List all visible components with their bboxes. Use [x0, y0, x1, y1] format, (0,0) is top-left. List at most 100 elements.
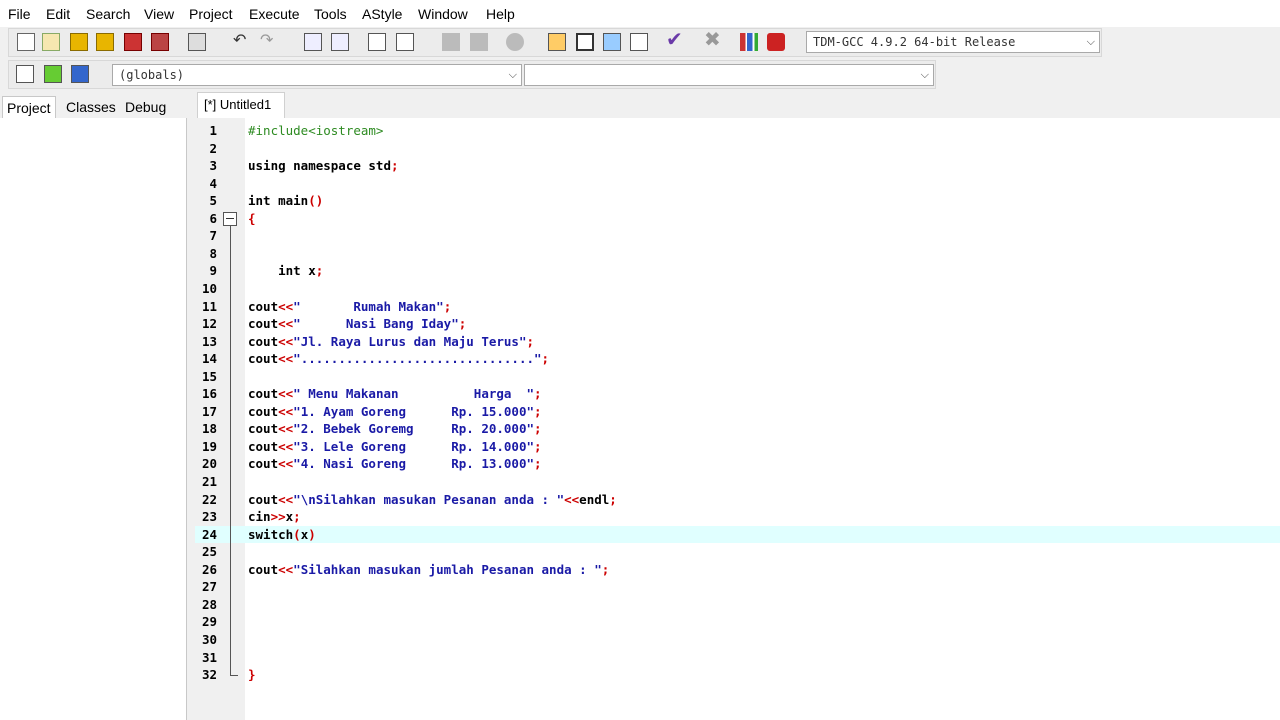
fold-toggle-icon[interactable]	[223, 211, 237, 226]
delete-profile-icon[interactable]	[767, 33, 785, 51]
profile-chart-icon[interactable]	[740, 33, 758, 51]
code-line[interactable]: 30	[195, 631, 1280, 649]
code-line[interactable]: 24 switch(x)	[195, 525, 1280, 544]
open-file-icon[interactable]	[42, 33, 60, 51]
line-code: }	[248, 666, 256, 684]
chevron-down-icon: ⌵	[1086, 35, 1095, 48]
code-line[interactable]: 31	[195, 649, 1280, 667]
code-line[interactable]: 28	[195, 596, 1280, 614]
menu-edit[interactable]: Edit	[46, 6, 70, 22]
code-line[interactable]: 8	[195, 245, 1280, 263]
code-line[interactable]: 12 cout<<" Nasi Bang Iday";	[195, 315, 1280, 333]
save-all-icon[interactable]	[96, 33, 114, 51]
line-number: 10	[201, 280, 217, 296]
menu-project[interactable]: Project	[189, 6, 233, 22]
scope-select[interactable]: (globals) ⌵	[112, 64, 522, 86]
code-line[interactable]: 1 #include<iostream>	[195, 122, 1280, 140]
replace-icon[interactable]	[331, 33, 349, 51]
code-line[interactable]: 21	[195, 473, 1280, 491]
code-line[interactable]: 4	[195, 175, 1280, 193]
code-line[interactable]: 16 cout<<" Menu Makanan Harga ";	[195, 385, 1280, 403]
code-line[interactable]: 29	[195, 613, 1280, 631]
project-options-icon[interactable]	[71, 65, 89, 83]
code-token: ;	[526, 333, 534, 349]
code-token: "Silahkan masukan jumlah Pesanan anda : …	[293, 561, 602, 577]
indent-icon[interactable]	[368, 33, 386, 51]
code-token: ;	[534, 456, 542, 472]
code-token: <<	[278, 386, 294, 402]
code-token: "4. Nasi Goreng Rp. 13.000"	[293, 456, 534, 472]
code-token: ;	[534, 403, 542, 419]
tab-debug[interactable]: Debug	[121, 96, 170, 118]
close-file-icon[interactable]	[124, 33, 142, 51]
menu-execute[interactable]: Execute	[249, 6, 300, 22]
code-line[interactable]: 18 cout<<"2. Bebek Goremg Rp. 20.000";	[195, 420, 1280, 438]
code-line[interactable]: 17 cout<<"1. Ayam Goreng Rp. 15.000";	[195, 403, 1280, 421]
code-line[interactable]: 13 cout<<"Jl. Raya Lurus dan Maju Terus";	[195, 333, 1280, 351]
code-token: ;	[534, 438, 542, 454]
redo-icon[interactable]: ↷	[260, 33, 278, 51]
unindent-icon[interactable]	[396, 33, 414, 51]
code-line[interactable]: 19 cout<<"3. Lele Goreng Rp. 14.000";	[195, 438, 1280, 456]
code-token: cout	[248, 351, 279, 367]
code-editor[interactable]: 1 #include<iostream> 2 3 using namespace std…	[195, 118, 1280, 720]
new-project-icon[interactable]	[16, 65, 34, 83]
function-select[interactable]: ⌵	[524, 64, 934, 86]
window-split-icon[interactable]	[603, 33, 621, 51]
line-number: 28	[201, 596, 217, 612]
code-line[interactable]: 23 cin>>x;	[195, 508, 1280, 526]
close-all-icon[interactable]	[151, 33, 169, 51]
check-syntax-icon[interactable]: ✔	[666, 30, 684, 50]
line-number: 19	[201, 438, 217, 454]
code-line[interactable]: 10	[195, 280, 1280, 298]
code-line[interactable]: 25	[195, 543, 1280, 561]
code-token: cout	[248, 316, 279, 332]
code-line[interactable]: 27	[195, 578, 1280, 596]
code-line[interactable]: 6{	[195, 210, 1280, 228]
compiler-select[interactable]: TDM-GCC 4.9.2 64-bit Release ⌵	[806, 31, 1100, 53]
menu-view[interactable]: View	[144, 6, 174, 22]
save-icon[interactable]	[70, 33, 88, 51]
menu-tools[interactable]: Tools	[314, 6, 347, 22]
add-to-project-icon[interactable]	[44, 65, 62, 83]
code-line[interactable]: 9 int x;	[195, 262, 1280, 280]
tab-project[interactable]: Project	[2, 96, 56, 119]
code-line[interactable]: 11 cout<<" Rumah Makan";	[195, 298, 1280, 316]
tab-classes[interactable]: Classes	[62, 96, 120, 118]
find-icon[interactable]	[304, 33, 322, 51]
code-line[interactable]: 20 cout<<"4. Nasi Goreng Rp. 13.000";	[195, 455, 1280, 473]
code-line[interactable]: 15	[195, 368, 1280, 386]
code-line[interactable]: 22 cout<<"\nSilahkan masukan Pesanan anda…	[195, 491, 1280, 509]
code-line[interactable]: 26 cout<<"Silahkan masukan jumlah Pesanan…	[195, 561, 1280, 579]
bookmark-toggle-icon[interactable]	[506, 33, 524, 51]
line-number: 5	[209, 193, 217, 209]
bookmark-next-icon[interactable]	[470, 33, 488, 51]
bookmark-prev-icon[interactable]	[442, 33, 460, 51]
print-icon[interactable]	[188, 33, 206, 51]
window-tile-icon[interactable]	[548, 33, 566, 51]
code-line[interactable]: 5 int main()	[195, 192, 1280, 210]
window-grid-icon[interactable]	[630, 33, 648, 51]
menu-help[interactable]: Help	[486, 6, 515, 22]
window-full-icon[interactable]	[576, 33, 594, 51]
new-file-icon[interactable]	[17, 33, 35, 51]
menu-file[interactable]: File	[8, 6, 31, 22]
code-line[interactable]: 3 using namespace std;	[195, 157, 1280, 175]
menu-window[interactable]: Window	[418, 6, 468, 22]
undo-icon[interactable]: ↶	[233, 33, 251, 51]
project-tree[interactable]	[0, 118, 187, 720]
code-token: cout	[248, 298, 279, 314]
code-token: "3. Lele Goreng Rp. 14.000"	[293, 438, 534, 454]
menu-search[interactable]: Search	[86, 6, 130, 22]
editor-tab-untitled1[interactable]: [*] Untitled1	[197, 92, 285, 118]
code-line[interactable]: 7	[195, 227, 1280, 245]
chevron-down-icon: ⌵	[508, 68, 517, 81]
menu-astyle[interactable]: AStyle	[362, 6, 402, 22]
code-token: }	[248, 667, 256, 683]
code-line[interactable]: 32}	[195, 666, 1280, 684]
code-token: <<	[278, 438, 294, 454]
code-line[interactable]: 14 cout<<"...............................…	[195, 350, 1280, 368]
code-line[interactable]: 2	[195, 140, 1280, 158]
line-code: cout<<"4. Nasi Goreng Rp. 13.000";	[248, 455, 542, 473]
abort-compile-icon[interactable]: ✖	[704, 30, 722, 50]
